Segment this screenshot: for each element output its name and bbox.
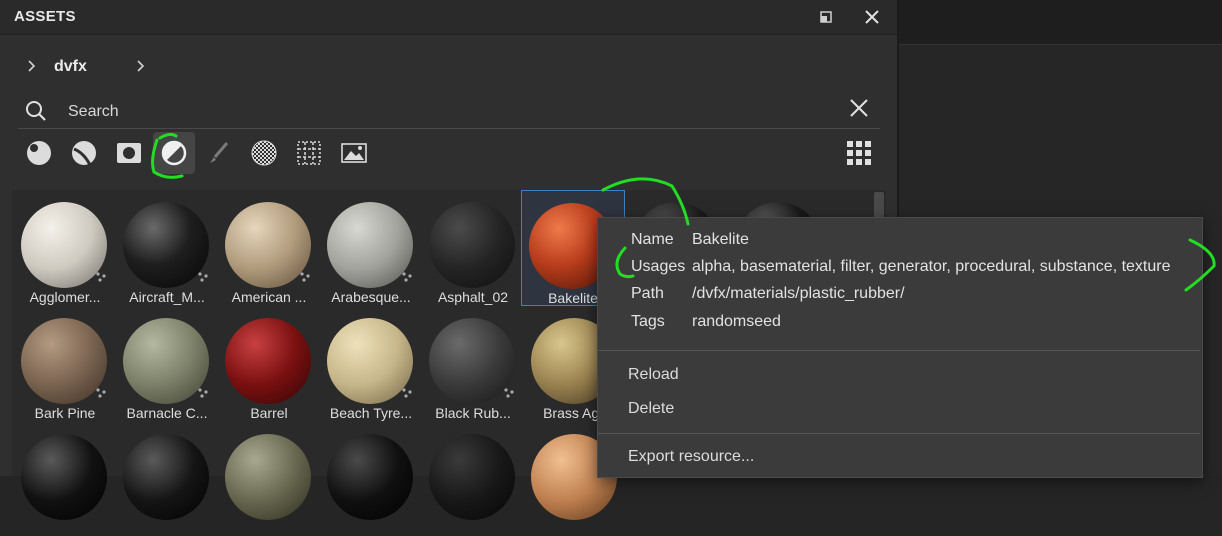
brush-filter-button[interactable]	[198, 132, 240, 174]
asset-label: Aircraft_M...	[129, 289, 205, 305]
asset-tile[interactable]	[422, 422, 524, 536]
info-path-key: Path	[631, 285, 664, 302]
environment-filter-button[interactable]	[333, 132, 375, 174]
asset-tile[interactable]: American ...	[218, 190, 320, 305]
substance-dots-icon	[300, 272, 310, 282]
asset-label: Arabesque...	[331, 289, 411, 305]
asset-label: Barrel	[250, 405, 288, 421]
menu-item-label: Delete	[628, 400, 675, 417]
asset-label: Black Rub...	[435, 405, 511, 421]
search-icon	[24, 99, 48, 123]
asset-label: Barnacle C...	[126, 405, 208, 421]
substance-dots-icon	[96, 388, 106, 398]
asset-label: American ...	[231, 289, 307, 305]
info-tags-key: Tags	[631, 313, 665, 330]
asset-tile[interactable]: Aircraft_M...	[116, 190, 218, 305]
material-filter-button[interactable]	[18, 132, 60, 174]
asset-tile[interactable]: Agglomer...	[14, 190, 116, 305]
material-thumbnail	[225, 434, 311, 520]
material-thumbnail	[21, 434, 107, 520]
info-usages-value: alpha, basematerial, filter, generator, …	[692, 258, 1171, 275]
asset-label: Bark Pine	[34, 405, 96, 421]
panel-title: ASSETS	[14, 8, 76, 25]
texture-pattern-icon	[251, 140, 277, 166]
mask-filter-button[interactable]	[108, 132, 150, 174]
info-usages-key: Usages	[631, 258, 686, 275]
asset-tile[interactable]	[218, 422, 320, 536]
asset-tile[interactable]: Barrel	[218, 306, 320, 421]
material-thumbnail	[123, 434, 209, 520]
menu-separator	[598, 433, 1200, 434]
asset-tile[interactable]: Barnacle C...	[116, 306, 218, 421]
chevron-right-icon[interactable]	[133, 58, 149, 74]
menu-separator	[598, 350, 1200, 351]
right-header-strip	[899, 0, 1222, 45]
texture-filter-button[interactable]	[243, 132, 285, 174]
asset-tile[interactable]: Black Rub...	[422, 306, 524, 421]
chevron-right-icon[interactable]	[24, 58, 40, 74]
asset-tile[interactable]: Bark Pine	[14, 306, 116, 421]
asset-label: Asphalt_02	[437, 289, 509, 305]
material-thumbnail	[429, 434, 515, 520]
asset-label: Agglomer...	[29, 289, 101, 305]
asset-tile[interactable]: Arabesque...	[320, 190, 422, 305]
info-name-value: Bakelite	[692, 231, 749, 248]
undock-icon[interactable]	[814, 5, 838, 29]
asset-label: Beach Tyre...	[329, 405, 413, 421]
search-bar[interactable]: Search	[18, 94, 880, 129]
breadcrumb-dvfx[interactable]: dvfx	[54, 58, 87, 76]
info-tags-value: randomseed	[692, 313, 781, 330]
material-thumbnail	[327, 434, 413, 520]
material-thumbnail	[225, 318, 311, 404]
clear-search-icon[interactable]	[847, 96, 871, 120]
asset-tile[interactable]	[116, 422, 218, 536]
substance-dots-icon	[198, 272, 208, 282]
asset-tile[interactable]	[320, 422, 422, 536]
substance-dots-icon	[402, 388, 412, 398]
material-sphere-icon	[27, 141, 51, 165]
search-input[interactable]: Search	[68, 103, 119, 121]
view-grid-button[interactable]	[838, 132, 880, 174]
panel-titlebar: ASSETS	[0, 0, 897, 35]
environment-icon	[341, 143, 367, 163]
filter-filter-button[interactable]	[153, 132, 195, 174]
asset-context-menu: Name Bakelite Usages alpha, basematerial…	[597, 217, 1203, 478]
menu-item-export[interactable]: Export resource...	[598, 443, 1200, 473]
asset-tile[interactable]: Beach Tyre...	[320, 306, 422, 421]
menu-item-delete[interactable]: Delete	[598, 395, 1200, 425]
info-path-value: /dvfx/materials/plastic_rubber/	[692, 285, 905, 302]
mask-icon	[117, 143, 141, 163]
filter-toolbar	[18, 132, 880, 174]
grid-pattern-icon	[297, 141, 321, 165]
substance-dots-icon	[96, 272, 106, 282]
substance-dots-icon	[198, 388, 208, 398]
material-thumbnail	[429, 202, 515, 288]
smart-material-filter-button[interactable]	[63, 132, 105, 174]
smart-material-icon	[72, 141, 96, 166]
close-panel-icon[interactable]	[860, 5, 884, 29]
asset-tile[interactable]: Asphalt_02	[422, 190, 524, 305]
menu-item-reload[interactable]: Reload	[598, 361, 1200, 391]
substance-dots-icon	[402, 272, 412, 282]
pattern-filter-button[interactable]	[288, 132, 330, 174]
brush-icon	[210, 142, 229, 163]
info-name-key: Name	[631, 231, 674, 248]
breadcrumb: dvfx	[0, 46, 897, 86]
filter-icon	[161, 140, 187, 166]
asset-tile[interactable]	[14, 422, 116, 536]
menu-item-label: Export resource...	[628, 448, 755, 465]
grid-view-icon	[847, 141, 871, 165]
substance-dots-icon	[504, 388, 514, 398]
menu-item-label: Reload	[628, 366, 679, 383]
